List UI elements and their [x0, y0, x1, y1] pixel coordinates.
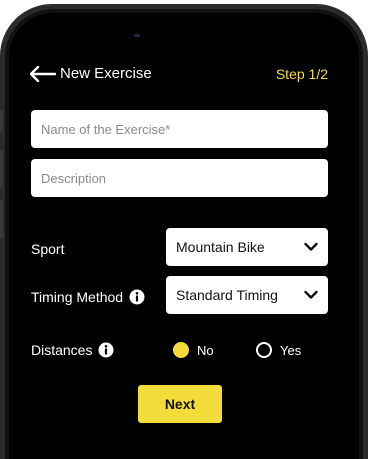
- front-camera: [134, 34, 140, 37]
- radio-selected-icon[interactable]: [173, 342, 189, 358]
- sport-select[interactable]: Mountain Bike: [166, 228, 328, 266]
- info-icon[interactable]: [98, 342, 114, 358]
- phone-side-button-bottom: [0, 200, 3, 238]
- distances-option-no-label: No: [197, 342, 214, 358]
- phone-side-button-middle: [0, 150, 3, 188]
- distances-option-no[interactable]: No: [173, 342, 214, 358]
- timing-method-label: Timing Method: [31, 288, 145, 306]
- sport-label-text: Sport: [31, 241, 65, 257]
- next-button[interactable]: Next: [138, 385, 222, 423]
- sport-label: Sport: [31, 240, 64, 258]
- step-indicator: Step 1/2: [275, 66, 328, 82]
- phone-side-button-top: [0, 110, 3, 132]
- timing-method-label-text: Timing Method: [31, 289, 124, 305]
- chevron-down-icon: [304, 242, 318, 251]
- distances-option-yes[interactable]: Yes: [256, 342, 301, 358]
- description-input[interactable]: [31, 159, 328, 197]
- app-stage: New Exercise Step 1/2 Sport Mountain Bik…: [0, 0, 368, 459]
- distances-label-text: Distances: [31, 342, 93, 358]
- sport-select-value: Mountain Bike: [176, 239, 265, 255]
- chevron-down-icon: [304, 290, 318, 299]
- distances-label: Distances: [31, 341, 114, 359]
- distances-option-yes-label: Yes: [280, 342, 302, 358]
- info-icon[interactable]: [129, 289, 145, 305]
- page-title: New Exercise: [60, 65, 152, 82]
- arrow-left-icon[interactable]: [30, 66, 56, 82]
- timing-method-select[interactable]: Standard Timing: [166, 276, 328, 314]
- radio-unselected-icon[interactable]: [256, 342, 272, 358]
- header-bar: New Exercise Step 1/2: [30, 63, 328, 85]
- exercise-name-input[interactable]: [31, 110, 328, 148]
- timing-method-select-value: Standard Timing: [176, 287, 278, 303]
